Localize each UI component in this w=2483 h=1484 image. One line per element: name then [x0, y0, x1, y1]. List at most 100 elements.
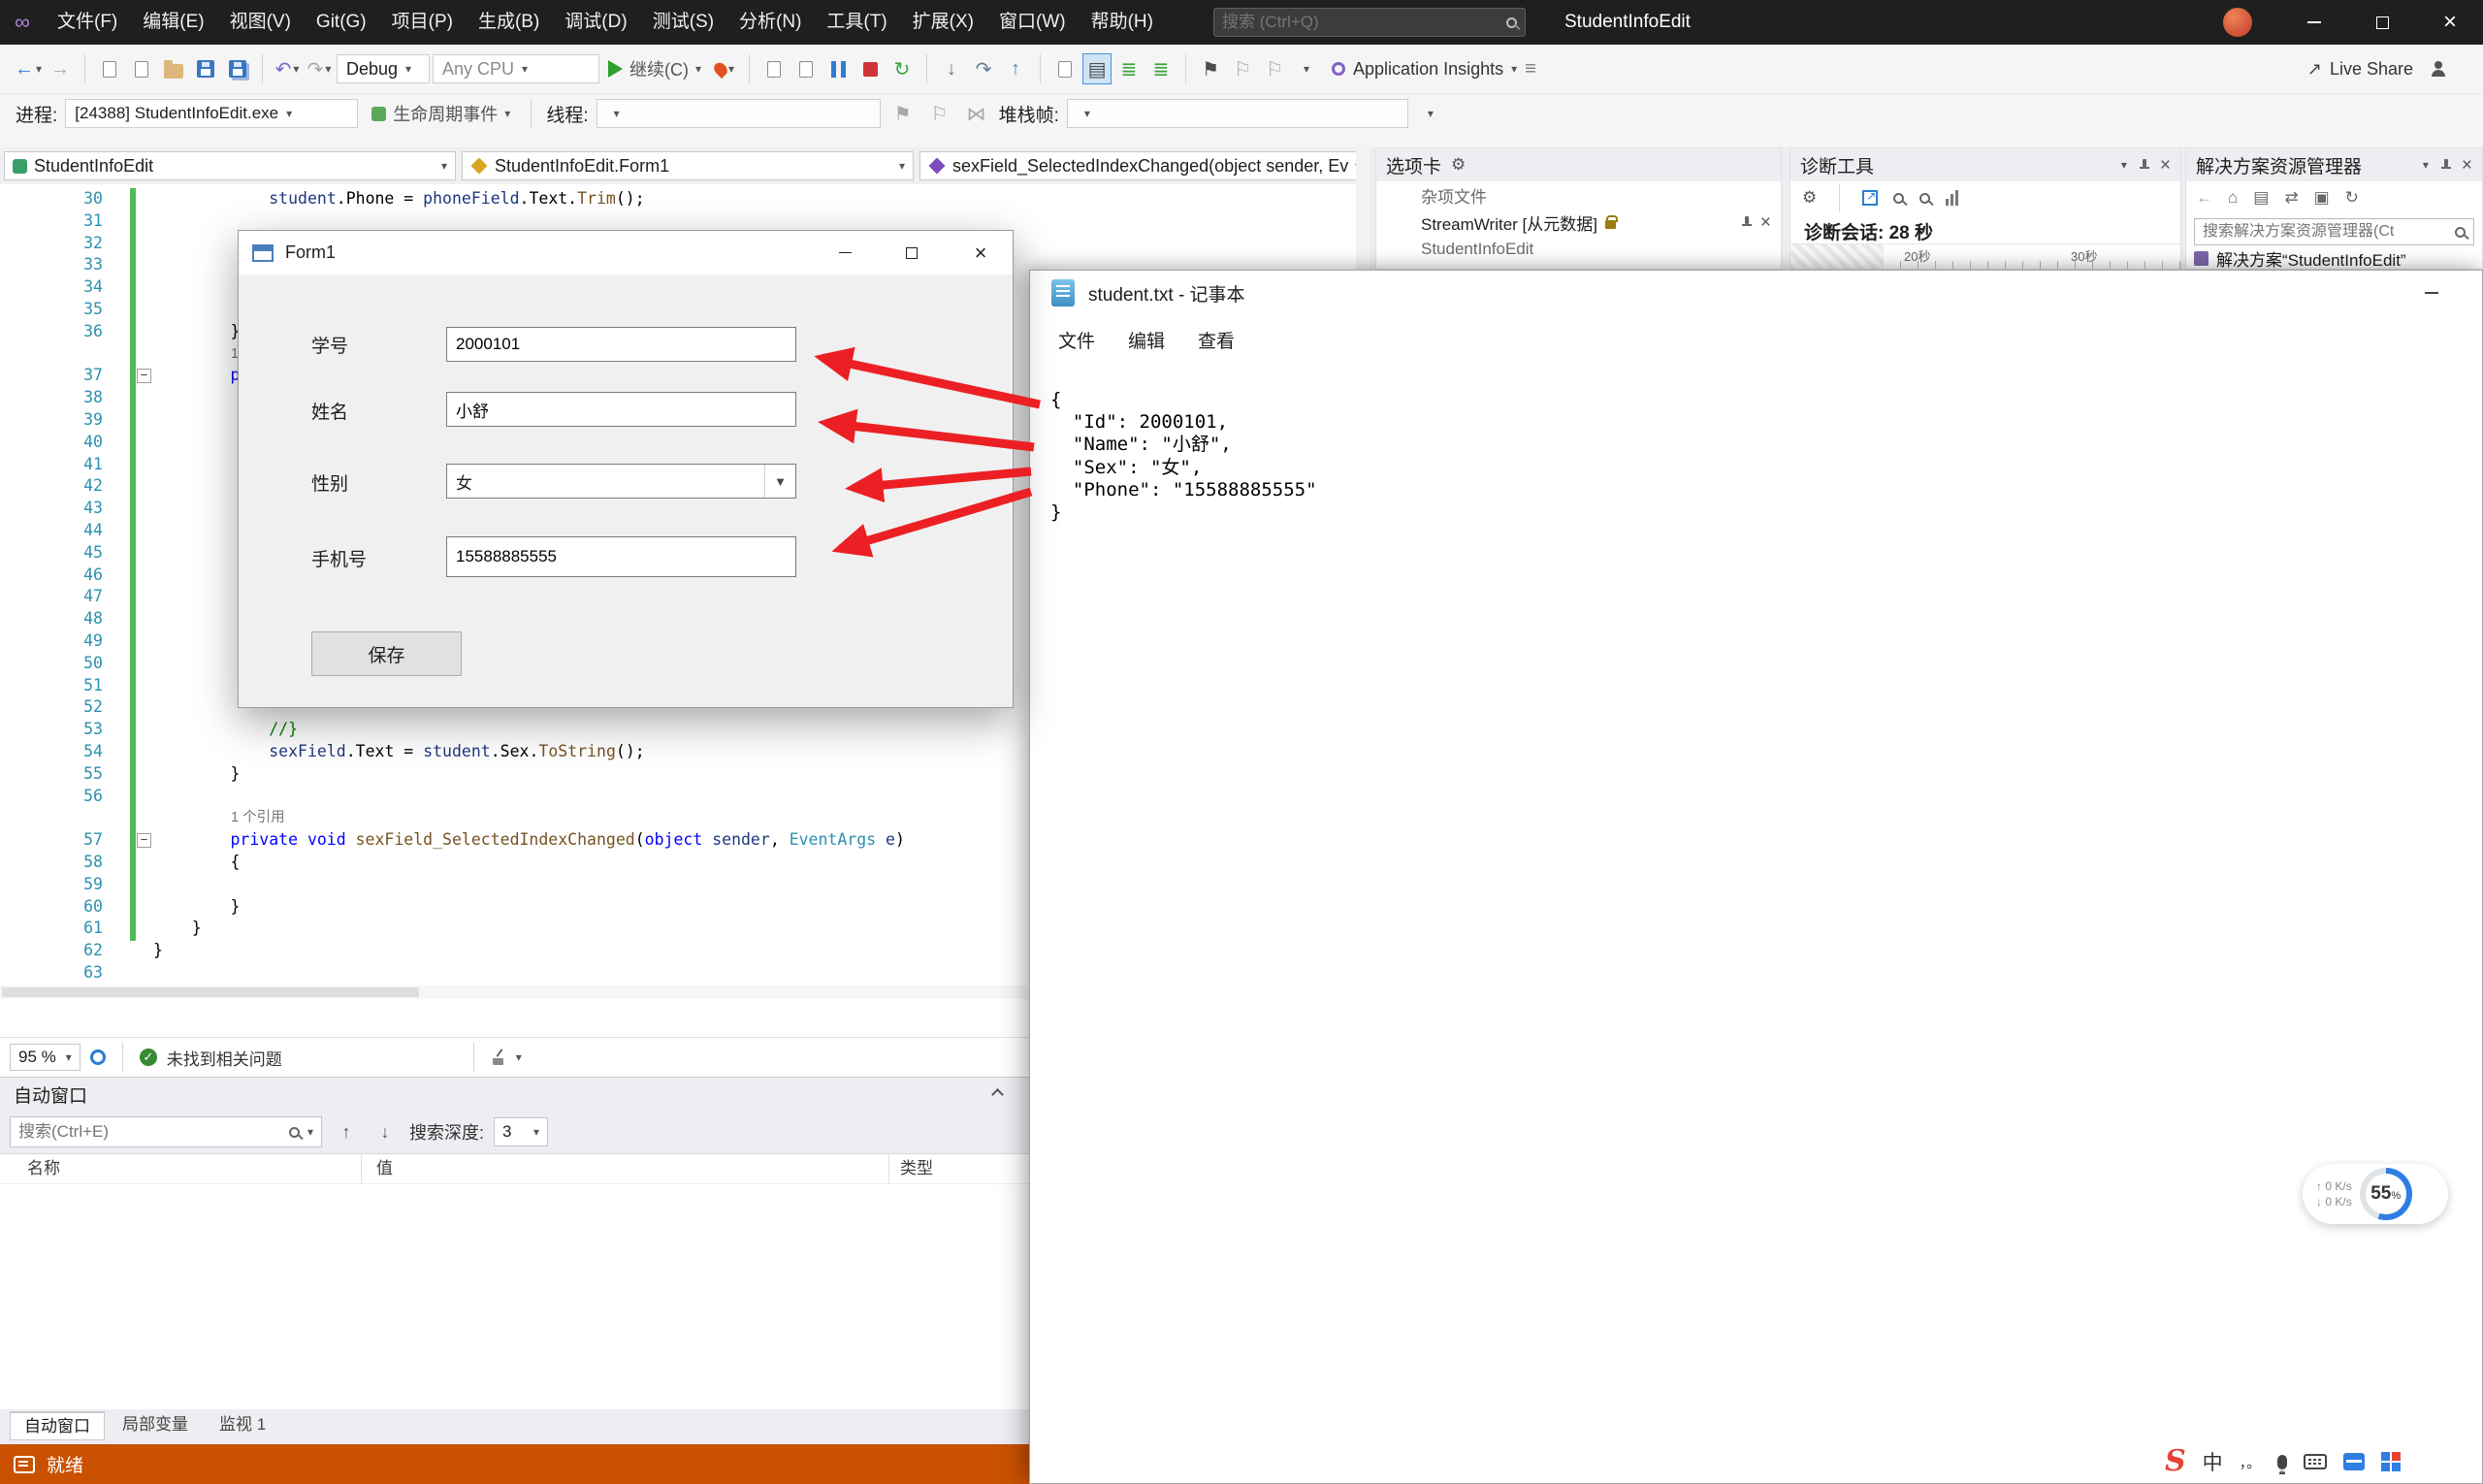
column-header-name[interactable]: 名称 — [27, 1154, 60, 1183]
show-next-statement-icon[interactable] — [759, 52, 789, 85]
form1-minimize-button[interactable] — [817, 231, 873, 274]
step-out-icon[interactable]: ↑ — [1001, 52, 1030, 85]
window-minimize-button[interactable] — [2280, 0, 2348, 45]
chart-icon[interactable] — [1946, 190, 1958, 206]
gear-icon[interactable]: ⚙ — [1451, 155, 1466, 175]
application-insights-dropdown[interactable]: Application Insights ▾ ≡ — [1324, 52, 1544, 85]
undo-icon[interactable]: ↶▾ — [273, 52, 302, 85]
pin-icon[interactable] — [2438, 158, 2452, 172]
form1-close-button[interactable]: × — [952, 231, 1009, 274]
add-item-icon[interactable] — [127, 52, 156, 85]
menu-window[interactable]: 窗口(W) — [986, 0, 1079, 45]
previous-bookmark-icon[interactable]: ⚐ — [1228, 52, 1257, 85]
menu-view[interactable]: 视图(V) — [217, 0, 304, 45]
thread-dropdown[interactable]: ▾ — [597, 99, 881, 128]
quick-search-input[interactable] — [1222, 13, 1506, 32]
home-icon[interactable]: ⌂ — [2228, 188, 2238, 208]
keyboard-icon[interactable] — [2304, 1454, 2327, 1469]
quick-search-box[interactable] — [1213, 8, 1526, 37]
menu-edit[interactable]: 编辑(E) — [130, 0, 216, 45]
solution-search-box[interactable] — [2194, 218, 2474, 245]
sync-with-active-document-icon[interactable]: ⇄ — [2284, 188, 2298, 208]
show-threads-icon[interactable] — [791, 52, 821, 85]
column-header-value[interactable]: 值 — [376, 1154, 393, 1183]
pin-icon[interactable] — [1739, 215, 1753, 229]
menu-tools[interactable]: 工具(T) — [814, 0, 899, 45]
export-icon[interactable] — [1862, 190, 1878, 206]
task-list-icon[interactable]: ≣ — [1146, 52, 1176, 85]
ime-punctuation-toggle[interactable]: ，。 — [2240, 1452, 2262, 1472]
tab-autos[interactable]: 自动窗口 — [10, 1411, 105, 1440]
bookmark-icon[interactable]: ⚑ — [1196, 52, 1225, 85]
show-diagnostics-toggle-icon[interactable]: ▤ — [1082, 53, 1112, 84]
solution-explorer-header[interactable]: 解决方案资源管理器 ▾ × — [2186, 148, 2482, 181]
tab-item-streamwriter[interactable]: StreamWriter [从元数据] × — [1376, 209, 1781, 236]
column-header-type[interactable]: 类型 — [900, 1154, 933, 1183]
student-id-field[interactable] — [446, 327, 796, 362]
window-position-icon[interactable]: ▾ — [2423, 159, 2429, 171]
menu-git[interactable]: Git(G) — [304, 0, 379, 45]
status-notification-icon[interactable] — [14, 1456, 35, 1473]
save-all-icon[interactable] — [223, 52, 252, 85]
menu-debug[interactable]: 调试(D) — [552, 0, 639, 45]
step-over-icon[interactable]: ↷ — [969, 52, 998, 85]
tab-locals[interactable]: 局部变量 — [109, 1411, 202, 1440]
pin-icon[interactable] — [2137, 158, 2150, 172]
menu-file[interactable]: 文件(F) — [45, 0, 130, 45]
tabs-panel-header[interactable]: 选项卡 ⚙ — [1376, 148, 1781, 181]
close-icon[interactable]: × — [2462, 156, 2472, 175]
fold-marker-icon[interactable]: − — [137, 833, 151, 848]
autos-grid[interactable]: 名称 值 类型 — [0, 1153, 1029, 1409]
zoom-out-icon[interactable] — [1919, 193, 1930, 204]
feedback-icon[interactable] — [2424, 52, 2453, 85]
user-avatar[interactable] — [2223, 8, 2252, 37]
ime-language-toggle[interactable]: 中 — [2203, 1447, 2223, 1476]
sogou-logo-icon[interactable]: S — [2165, 1447, 2186, 1476]
autos-search-box[interactable]: ▾ — [10, 1116, 322, 1147]
fold-marker-icon[interactable]: − — [137, 369, 151, 383]
solution-root-item[interactable]: 解决方案“StudentInfoEdit” — [2186, 245, 2482, 270]
document-health-icon[interactable]: ✓ — [140, 1048, 157, 1066]
settings-gear-icon[interactable]: ⚙ — [1802, 188, 1817, 208]
bookmark-options-icon[interactable]: ▾ — [1292, 52, 1321, 85]
redo-icon[interactable]: ↷▾ — [305, 52, 334, 85]
restart-icon[interactable]: ↻ — [887, 52, 917, 85]
tab-group-project[interactable]: StudentInfoEdit — [1376, 236, 1781, 263]
zoom-in-icon[interactable] — [1893, 193, 1904, 204]
break-all-icon[interactable] — [823, 52, 853, 85]
member-dropdown[interactable]: sexField_SelectedIndexChanged(object sen… — [919, 151, 1370, 180]
notepad-title-bar[interactable]: student.txt - 记事本 — [1030, 271, 2482, 315]
code-map-icon[interactable] — [1050, 52, 1080, 85]
navigate-back-icon[interactable]: ←▾ — [14, 52, 43, 85]
menu-help[interactable]: 帮助(H) — [1079, 0, 1166, 45]
window-position-icon[interactable]: ▾ — [2121, 159, 2127, 171]
solution-search-input[interactable] — [2203, 223, 2449, 241]
diagnostics-timeline[interactable]: 20秒 30秒 — [1790, 243, 2180, 269]
close-tab-icon[interactable]: × — [1760, 213, 1771, 232]
toolbar-overflow-icon[interactable]: ▾ — [1416, 97, 1445, 130]
autos-search-input[interactable] — [18, 1122, 281, 1142]
diagnostics-header[interactable]: 诊断工具 ▾ × — [1790, 148, 2180, 181]
close-icon[interactable]: × — [2160, 156, 2171, 175]
tab-group-misc-files[interactable]: 杂项文件 — [1376, 181, 1781, 209]
menu-project[interactable]: 项目(P) — [379, 0, 466, 45]
network-speed-widget[interactable]: ↑ 0 K/s ↓ 0 K/s 55 % — [2303, 1164, 2448, 1224]
show-flagged-only-icon[interactable]: ⚐ — [925, 97, 954, 130]
project-dropdown[interactable]: StudentInfoEdit▾ — [4, 151, 456, 180]
code-cleanup-options-icon[interactable]: ▾ — [516, 1051, 522, 1063]
save-button[interactable]: 保存 — [311, 631, 462, 676]
code-cleanup-icon[interactable] — [491, 1049, 506, 1065]
search-up-icon[interactable]: ↑ — [332, 1117, 361, 1146]
search-down-icon[interactable]: ↓ — [371, 1117, 400, 1146]
live-share-button[interactable]: ↗ Live Share — [2300, 52, 2421, 85]
menu-analyze[interactable]: 分析(N) — [726, 0, 814, 45]
notepad-text-area[interactable]: { "Id": 2000101, "Name": "小舒", "Sex": "女… — [1050, 389, 1317, 524]
ime-grid-icon[interactable] — [2381, 1452, 2401, 1471]
save-icon[interactable] — [191, 52, 220, 85]
open-folder-icon[interactable] — [159, 52, 188, 85]
notepad-menu-view[interactable]: 查看 — [1181, 327, 1251, 353]
stackframe-dropdown[interactable]: ▾ — [1067, 99, 1408, 128]
student-phone-field[interactable] — [446, 536, 796, 577]
zoom-dropdown[interactable]: 95 %▾ — [10, 1044, 81, 1071]
hot-reload-icon[interactable]: ▾ — [710, 52, 739, 85]
